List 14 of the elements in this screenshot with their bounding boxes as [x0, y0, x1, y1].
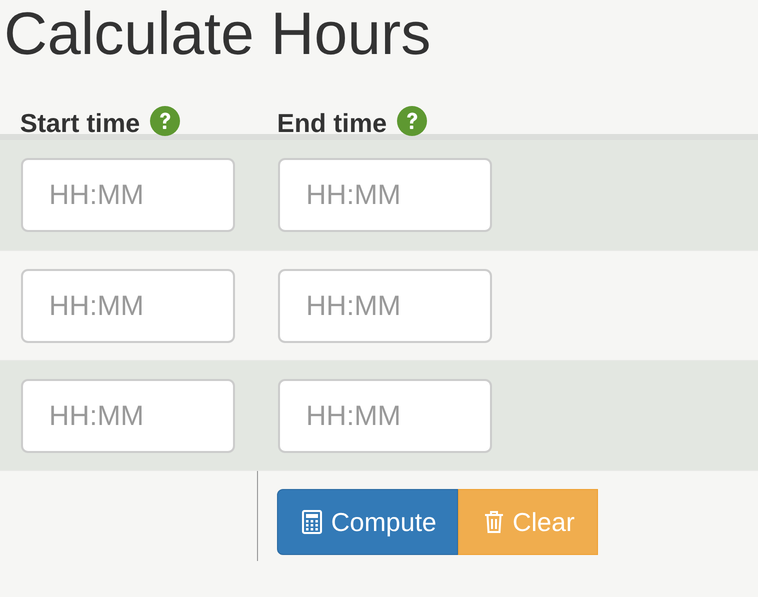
- compute-button[interactable]: Compute: [277, 489, 458, 555]
- column-header: Start time: [20, 107, 140, 140]
- time-input-field[interactable]: HH:MM: [21, 158, 235, 232]
- calculator-icon: [302, 510, 322, 534]
- time-input-field[interactable]: HH:MM: [278, 268, 492, 342]
- time-input-field[interactable]: HH:MM: [278, 158, 492, 232]
- time-input-field[interactable]: HH:MM: [21, 268, 235, 342]
- help-icon[interactable]: [150, 106, 180, 136]
- column-header: End time: [277, 107, 387, 140]
- help-icon[interactable]: [396, 106, 427, 136]
- page-title: Calculate Hours: [4, 0, 432, 68]
- time-input-field[interactable]: HH:MM: [278, 378, 492, 452]
- trash-icon: [484, 510, 504, 534]
- time-input-field[interactable]: HH:MM: [21, 378, 235, 452]
